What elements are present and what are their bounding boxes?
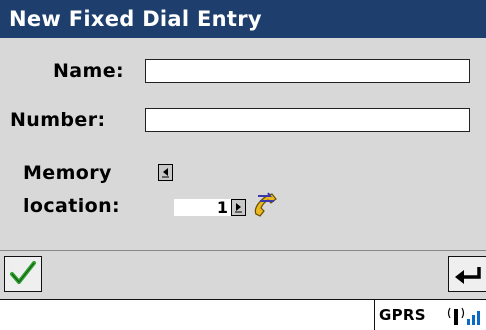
spin-up-icon [235,203,242,213]
status-divider [374,299,375,330]
back-arrow-icon [455,267,481,284]
spin-up-button[interactable] [231,199,246,216]
memory-label-line1: Memory [23,162,112,184]
spin-down-icon [162,168,169,178]
checkmark-icon [10,261,36,284]
name-label: Name: [53,60,125,82]
network-status: GPRS [379,306,426,324]
window-title: New Fixed Dial Entry [0,0,486,38]
number-field[interactable] [145,108,470,132]
command-bar [0,250,486,298]
spin-down-button[interactable] [158,164,173,181]
number-label: Number: [10,109,106,131]
ok-button[interactable] [4,256,42,292]
memory-label-line2: location: [23,195,121,217]
name-field[interactable] [145,59,470,83]
signal-strength-icon [447,307,480,325]
phone-handset-icon [254,192,277,217]
back-button[interactable] [448,256,486,292]
memory-location-value[interactable]: 1 [174,199,231,216]
